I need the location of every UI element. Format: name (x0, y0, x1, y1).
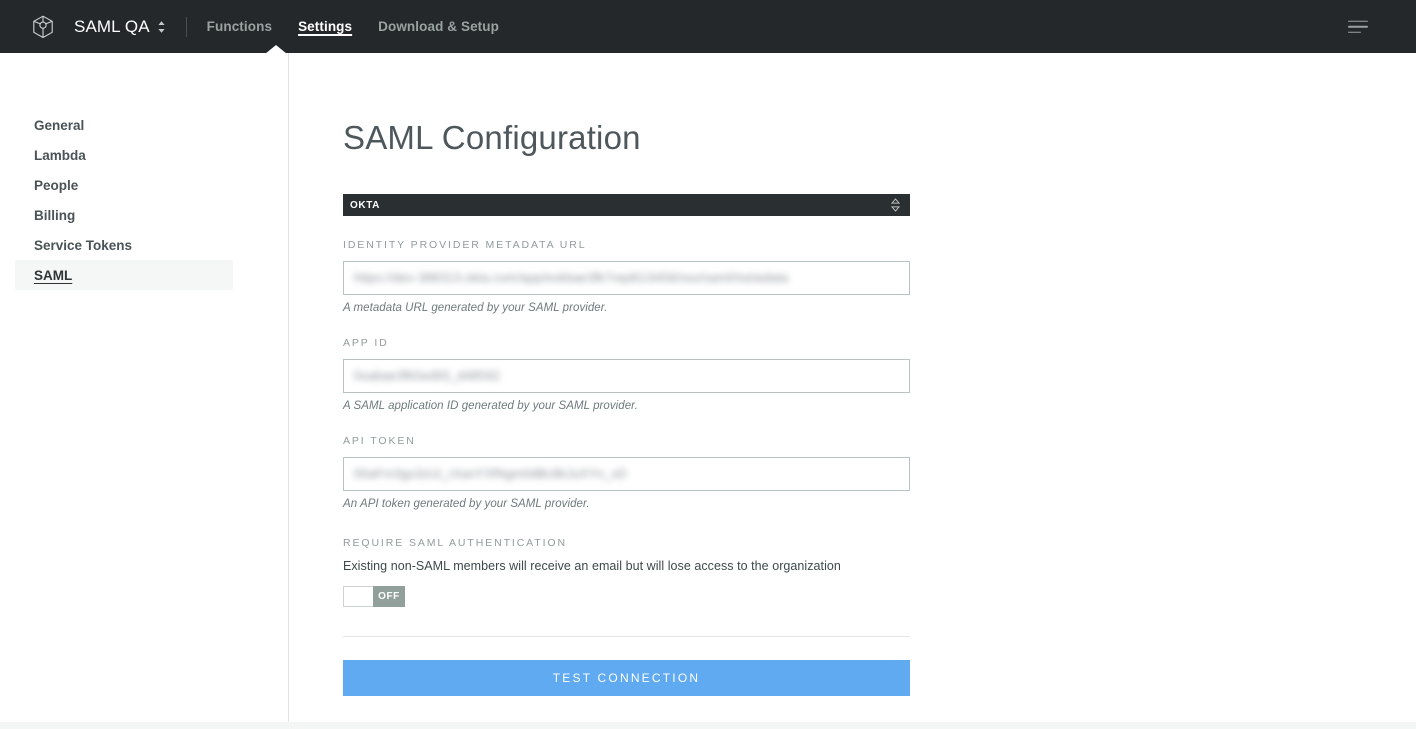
test-connection-button[interactable]: TEST CONNECTION (343, 660, 910, 696)
hamburger-line-3 (1348, 31, 1361, 33)
bottom-strip (0, 722, 1416, 729)
field-label: API TOKEN (343, 435, 416, 447)
sidebar-nav-list: General Lambda People Billing Service To… (0, 110, 288, 290)
sidebar-item-label: General (34, 117, 85, 133)
hamburger-line-1 (1348, 20, 1368, 22)
saml-provider-select[interactable]: OKTA (343, 194, 910, 216)
nav-link-download-setup[interactable]: Download & Setup (378, 17, 499, 36)
sidebar-item-service-tokens[interactable]: Service Tokens (15, 230, 233, 260)
sidebar-item-saml[interactable]: SAML (15, 260, 233, 290)
sidebar-item-label: Lambda (34, 147, 86, 163)
header-divider (185, 16, 187, 37)
field-help-text: A SAML application ID generated by your … (343, 400, 638, 412)
nav-link-functions[interactable]: Functions (207, 17, 272, 36)
field-api-token: API TOKEN 00aFrn3gx3zUi_rXanYXfNgm0dBc8k… (343, 435, 910, 510)
metadata-url-value: https://dev-388313.okta.com/app/exkbae3f… (354, 271, 789, 285)
sidebar-item-billing[interactable]: Billing (15, 200, 233, 230)
sidebar-item-general[interactable]: General (15, 110, 233, 140)
require-saml-authentication-section: REQUIRE SAML AUTHENTICATION Existing non… (343, 537, 910, 607)
main-content: SAML Configuration OKTA IDENTITY PROVIDE… (289, 53, 1416, 729)
require-saml-description: Existing non-SAML members will receive a… (343, 559, 841, 573)
chevron-up-down-icon (157, 20, 166, 34)
top-header-bar: SAML QA Functions Settings Download & Se… (0, 0, 1416, 54)
sidebar-item-lambda[interactable]: Lambda (15, 140, 233, 170)
field-help-text: A metadata URL generated by your SAML pr… (343, 302, 608, 314)
app-id-input[interactable]: 0oabae3fk5ed93_d48592 (343, 359, 910, 393)
primary-nav: Functions Settings Download & Setup (207, 17, 499, 36)
app-id-value: 0oabae3fk5ed93_d48592 (354, 369, 501, 383)
settings-sidebar: General Lambda People Billing Service To… (0, 53, 289, 729)
api-token-value: 00aFrn3gx3zUi_rXanYXfNgm0dBc8kJuXYn_xD (354, 467, 628, 481)
hamburger-line-2 (1348, 25, 1368, 28)
field-identity-provider-metadata-url: IDENTITY PROVIDER METADATA URL https://d… (343, 239, 910, 314)
form-divider (343, 636, 910, 637)
chevron-up-down-icon (891, 198, 900, 213)
page-title: SAML Configuration (343, 119, 641, 157)
sidebar-item-people[interactable]: People (15, 170, 233, 200)
nav-link-settings[interactable]: Settings (298, 17, 352, 36)
api-token-input[interactable]: 00aFrn3gx3zUi_rXanYXfNgm0dBc8kJuXYn_xD (343, 457, 910, 491)
sidebar-item-label: Service Tokens (34, 237, 133, 253)
metadata-url-input[interactable]: https://dev-388313.okta.com/app/exkbae3f… (343, 261, 910, 295)
field-app-id: APP ID 0oabae3fk5ed93_d48592 A SAML appl… (343, 337, 910, 412)
field-label: APP ID (343, 337, 389, 349)
require-saml-toggle[interactable]: OFF (343, 586, 405, 607)
org-name-label: SAML QA (74, 16, 150, 36)
require-saml-label: REQUIRE SAML AUTHENTICATION (343, 537, 567, 549)
saml-configuration-form: OKTA IDENTITY PROVIDER METADATA URL http… (343, 194, 910, 696)
org-switcher[interactable]: SAML QA (74, 17, 166, 37)
sidebar-item-label: SAML (34, 267, 73, 283)
hamburger-menu-icon[interactable] (1348, 20, 1368, 33)
field-label: IDENTITY PROVIDER METADATA URL (343, 239, 587, 251)
saml-provider-value: OKTA (350, 199, 380, 211)
toggle-knob: OFF (373, 586, 405, 607)
sidebar-item-label: People (34, 177, 79, 193)
app-body: General Lambda People Billing Service To… (0, 53, 1416, 729)
sidebar-item-label: Billing (34, 207, 76, 223)
cube-logo-icon[interactable] (28, 12, 58, 42)
field-help-text: An API token generated by your SAML prov… (343, 498, 590, 510)
